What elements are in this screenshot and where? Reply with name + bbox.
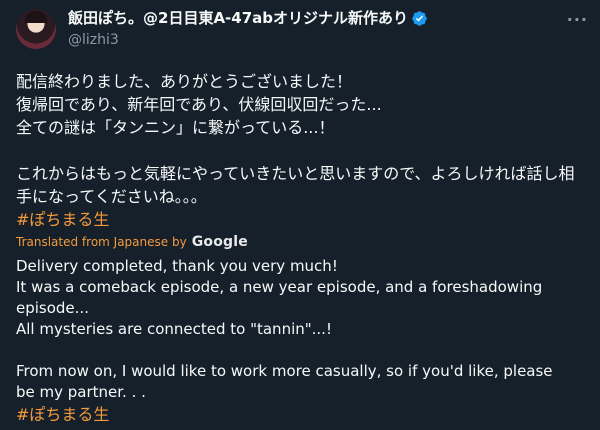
tweet-text: 配信終わりました、ありがとうございました！ 復帰回であり、新年回であり、伏線回収… [16,72,575,206]
google-logo: Google [191,234,248,250]
display-name[interactable]: 飯田ぽち。@2日目東A-47abオリジナル新作あり [68,8,408,28]
user-handle[interactable]: @lizhi3 [68,30,584,50]
hashtag-link[interactable]: #ぽちまる生 [16,208,584,231]
tweet: 飯田ぽち。@2日目東A-47abオリジナル新作あり @lizhi3 ··· 配信… [0,0,600,430]
tweet-header: 飯田ぽち。@2日目東A-47abオリジナル新作あり @lizhi3 [16,8,584,60]
avatar[interactable] [16,9,56,49]
translated-hashtag-link[interactable]: #ぽちまる生 [16,403,584,426]
translated-from-label[interactable]: Translated from Japanese by [16,234,187,250]
more-horizontal-icon[interactable]: ··· [567,10,588,29]
name-row: 飯田ぽち。@2日目東A-47abオリジナル新作あり [68,8,584,28]
user-names: 飯田ぽち。@2日目東A-47abオリジナル新作あり @lizhi3 [68,8,584,50]
translation-attribution: Translated from Japanese by Google [16,234,584,250]
translated-text: Delivery completed, thank you very much!… [16,257,553,401]
verified-badge-icon [412,10,427,26]
